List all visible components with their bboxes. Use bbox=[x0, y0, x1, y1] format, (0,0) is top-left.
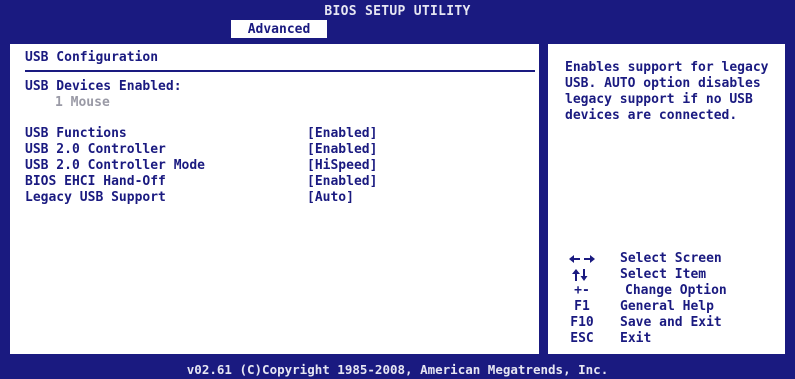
option-label: USB Functions bbox=[25, 126, 127, 141]
option-value[interactable]: [Auto] bbox=[307, 190, 354, 205]
key-desc: Select Screen bbox=[620, 251, 722, 266]
key-hint-select-screen: Select Screen bbox=[568, 251, 768, 267]
key-label: +- bbox=[574, 283, 590, 298]
option-label: Legacy USB Support bbox=[25, 190, 166, 205]
option-bios-ehci-hand-off[interactable]: BIOS EHCI Hand-Off [Enabled] bbox=[25, 174, 525, 190]
section-divider bbox=[25, 70, 535, 72]
key-desc: Change Option bbox=[625, 283, 727, 298]
tab-advanced[interactable]: Advanced bbox=[231, 20, 327, 39]
up-down-arrows-icon bbox=[572, 269, 588, 281]
key-hint-general-help: F1 General Help bbox=[568, 299, 768, 315]
usb-devices-value: 1 Mouse bbox=[55, 95, 110, 110]
option-value[interactable]: [Enabled] bbox=[307, 126, 377, 141]
option-usb-functions[interactable]: USB Functions [Enabled] bbox=[25, 126, 525, 142]
key-desc: Save and Exit bbox=[620, 315, 722, 330]
option-value[interactable]: [Enabled] bbox=[307, 174, 377, 189]
key-label: F1 bbox=[574, 299, 590, 314]
option-value[interactable]: [HiSpeed] bbox=[307, 158, 377, 173]
option-label: BIOS EHCI Hand-Off bbox=[25, 174, 166, 189]
help-text: Enables support for legacy USB. AUTO opt… bbox=[565, 60, 769, 123]
option-legacy-usb-support[interactable]: Legacy USB Support [Auto] bbox=[25, 190, 525, 206]
option-usb2-controller-mode[interactable]: USB 2.0 Controller Mode [HiSpeed] bbox=[25, 158, 525, 174]
key-label: ESC bbox=[570, 331, 594, 346]
option-label: USB 2.0 Controller Mode bbox=[25, 158, 206, 173]
usb-devices-label: USB Devices Enabled: bbox=[25, 79, 182, 94]
copyright-text: v02.61 (C)Copyright 1985-2008, American … bbox=[186, 362, 609, 377]
section-title: USB Configuration bbox=[25, 50, 159, 65]
key-desc: General Help bbox=[620, 299, 714, 314]
bios-title: BIOS SETUP UTILITY bbox=[324, 4, 471, 19]
key-desc: Select Item bbox=[620, 267, 707, 282]
key-hint-change-option: +- Change Option bbox=[568, 283, 768, 299]
key-hint-exit: ESC Exit bbox=[568, 331, 768, 347]
option-value[interactable]: [Enabled] bbox=[307, 142, 377, 157]
left-right-arrows-icon bbox=[569, 255, 595, 263]
key-label: F10 bbox=[570, 315, 594, 330]
key-desc: Exit bbox=[620, 331, 652, 346]
key-hint-save-and-exit: F10 Save and Exit bbox=[568, 315, 768, 331]
option-usb2-controller[interactable]: USB 2.0 Controller [Enabled] bbox=[25, 142, 525, 158]
option-label: USB 2.0 Controller bbox=[25, 142, 166, 157]
key-hint-select-item: Select Item bbox=[568, 267, 768, 283]
